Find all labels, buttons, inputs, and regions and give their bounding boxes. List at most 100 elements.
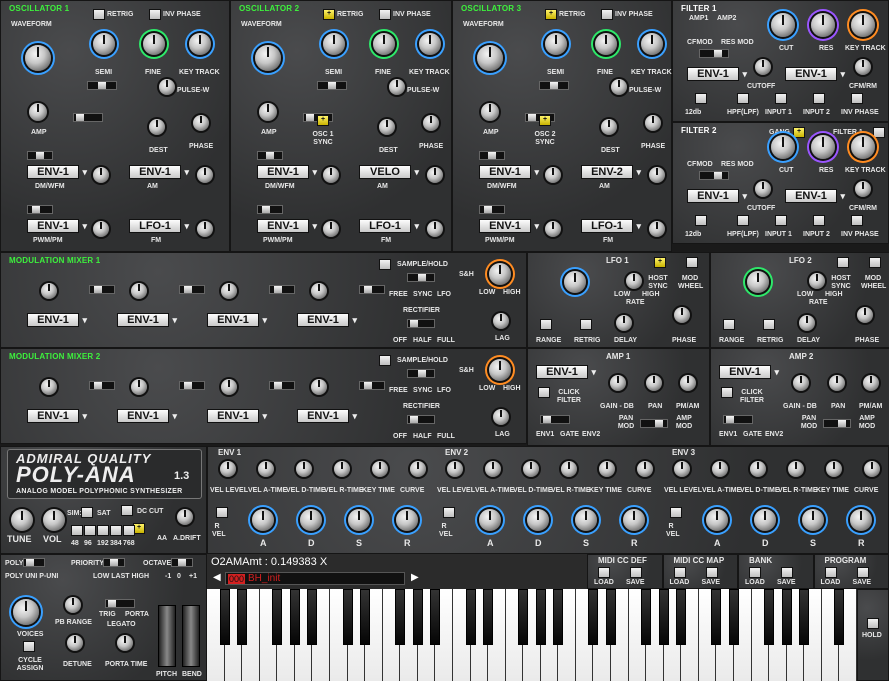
gain-knob[interactable] bbox=[793, 375, 809, 391]
filter-opt-button-0[interactable] bbox=[695, 215, 707, 226]
env1-r-knob[interactable] bbox=[396, 509, 418, 531]
menu-save-button[interactable] bbox=[781, 567, 793, 578]
dm-amt-knob[interactable] bbox=[93, 167, 109, 183]
menu-save-button[interactable] bbox=[630, 567, 642, 578]
mix-source-dropdown-1[interactable]: ENV-1 bbox=[117, 409, 177, 423]
black-key[interactable] bbox=[535, 589, 546, 645]
cfm-rm-knob[interactable] bbox=[855, 59, 871, 75]
octave-switch[interactable] bbox=[171, 558, 193, 567]
retrig-button[interactable]: + bbox=[323, 9, 335, 20]
oct-switch[interactable] bbox=[87, 81, 117, 90]
amp-knob[interactable] bbox=[259, 103, 277, 121]
phase-knob[interactable] bbox=[645, 115, 661, 131]
mix-source-dropdown-1[interactable]: ENV-1 bbox=[117, 313, 177, 327]
env2-knob-2[interactable] bbox=[523, 461, 539, 477]
inv-phase-button[interactable] bbox=[601, 9, 613, 20]
hold-button[interactable] bbox=[867, 618, 879, 629]
menu-load-button[interactable] bbox=[673, 567, 686, 578]
pw-switch[interactable] bbox=[479, 205, 505, 214]
black-key[interactable] bbox=[658, 589, 669, 645]
preset-next-icon[interactable]: ▶ bbox=[411, 572, 419, 583]
mod1-dropdown[interactable]: ENV-1 bbox=[27, 165, 87, 179]
mod1-dropdown[interactable]: ENV-1 bbox=[479, 165, 539, 179]
range-button[interactable] bbox=[540, 319, 552, 330]
env2-d-knob[interactable] bbox=[527, 509, 549, 531]
menu-load-button[interactable] bbox=[824, 567, 837, 578]
env3-a-knob[interactable] bbox=[706, 509, 728, 531]
env2-knob-1[interactable] bbox=[485, 461, 501, 477]
mod3-dropdown[interactable]: ENV-1 bbox=[479, 219, 539, 233]
oversample-button-192[interactable] bbox=[97, 525, 109, 536]
lag-knob[interactable] bbox=[493, 313, 509, 329]
sat-button[interactable] bbox=[81, 507, 93, 518]
env-select-switch[interactable] bbox=[540, 415, 570, 424]
host-sync-button[interactable] bbox=[837, 257, 849, 268]
pm-am-knob[interactable] bbox=[680, 375, 696, 391]
env1-s-knob[interactable] bbox=[348, 509, 370, 531]
black-key[interactable] bbox=[307, 589, 318, 645]
oversample-button-384[interactable] bbox=[110, 525, 122, 536]
lag-knob[interactable] bbox=[493, 409, 509, 425]
click-filter-button[interactable] bbox=[538, 387, 550, 398]
mod-wheel-button[interactable] bbox=[686, 257, 698, 268]
mod1-dropdown[interactable]: ENV-1 bbox=[257, 165, 317, 179]
piano-keyboard[interactable] bbox=[207, 589, 857, 681]
mix-knob-0[interactable] bbox=[41, 379, 57, 395]
mod-wheel-button[interactable] bbox=[869, 257, 881, 268]
am-amt-knob[interactable] bbox=[197, 167, 213, 183]
bend-wheel[interactable] bbox=[182, 605, 200, 667]
pan-knob[interactable] bbox=[829, 375, 845, 391]
mix-switch-3[interactable] bbox=[359, 285, 385, 294]
mod4-dropdown[interactable]: LFO-1 bbox=[581, 219, 641, 233]
cut-knob[interactable] bbox=[771, 13, 795, 37]
mix-source-dropdown-0[interactable]: ENV-1 bbox=[27, 409, 87, 423]
key-track-knob[interactable] bbox=[419, 33, 441, 55]
key-track-knob[interactable] bbox=[641, 33, 663, 55]
amp-knob[interactable] bbox=[29, 103, 47, 121]
mix-knob-1[interactable] bbox=[131, 379, 147, 395]
black-key[interactable] bbox=[465, 589, 476, 645]
black-key[interactable] bbox=[764, 589, 775, 645]
env2-knob-3[interactable] bbox=[561, 461, 577, 477]
env1-a-knob[interactable] bbox=[252, 509, 274, 531]
key-track-knob[interactable] bbox=[851, 135, 875, 159]
env1-knob-1[interactable] bbox=[258, 461, 274, 477]
sh-mode-switch[interactable] bbox=[407, 273, 435, 282]
sh-rate-knob[interactable] bbox=[489, 263, 511, 285]
env3-knob-1[interactable] bbox=[712, 461, 728, 477]
rectifier-switch[interactable] bbox=[407, 319, 435, 328]
amp-source-dropdown[interactable]: ENV-1 bbox=[536, 365, 596, 379]
filter-opt-button-1[interactable] bbox=[737, 215, 749, 226]
filter-opt-button-4[interactable] bbox=[851, 215, 863, 226]
fm-amt-knob[interactable] bbox=[197, 221, 213, 237]
env2-knob-5[interactable] bbox=[637, 461, 653, 477]
black-key[interactable] bbox=[412, 589, 423, 645]
cutoff-mod-dropdown[interactable]: ENV-1 bbox=[687, 67, 747, 81]
pm-am-knob[interactable] bbox=[863, 375, 879, 391]
pan-knob[interactable] bbox=[646, 375, 662, 391]
delay-knob[interactable] bbox=[799, 315, 815, 331]
dc-cut-button[interactable] bbox=[121, 505, 133, 516]
dm-amt-knob[interactable] bbox=[323, 167, 339, 183]
cycle-assign-button[interactable] bbox=[23, 641, 35, 652]
gain-knob[interactable] bbox=[610, 375, 626, 391]
fine-knob[interactable] bbox=[595, 33, 617, 55]
env1-knob-0[interactable] bbox=[220, 461, 236, 477]
mix-switch-3[interactable] bbox=[359, 381, 385, 390]
sh-mode-switch[interactable] bbox=[407, 369, 435, 378]
pwm-amt-knob[interactable] bbox=[545, 221, 561, 237]
mix-knob-3[interactable] bbox=[311, 283, 327, 299]
black-key[interactable] bbox=[781, 589, 792, 645]
cutoff-amt-knob[interactable] bbox=[755, 59, 771, 75]
filter-opt-button-2[interactable] bbox=[775, 215, 787, 226]
black-key[interactable] bbox=[799, 589, 810, 645]
fm-amt-knob[interactable] bbox=[649, 221, 665, 237]
tune-knob[interactable] bbox=[11, 509, 33, 531]
env3-knob-0[interactable] bbox=[674, 461, 690, 477]
pw-switch[interactable] bbox=[257, 205, 283, 214]
am-amt-knob[interactable] bbox=[649, 167, 665, 183]
phase-knob[interactable] bbox=[857, 307, 873, 323]
phase-knob[interactable] bbox=[193, 115, 209, 131]
black-key[interactable] bbox=[606, 589, 617, 645]
menu-load-button[interactable] bbox=[598, 567, 610, 578]
